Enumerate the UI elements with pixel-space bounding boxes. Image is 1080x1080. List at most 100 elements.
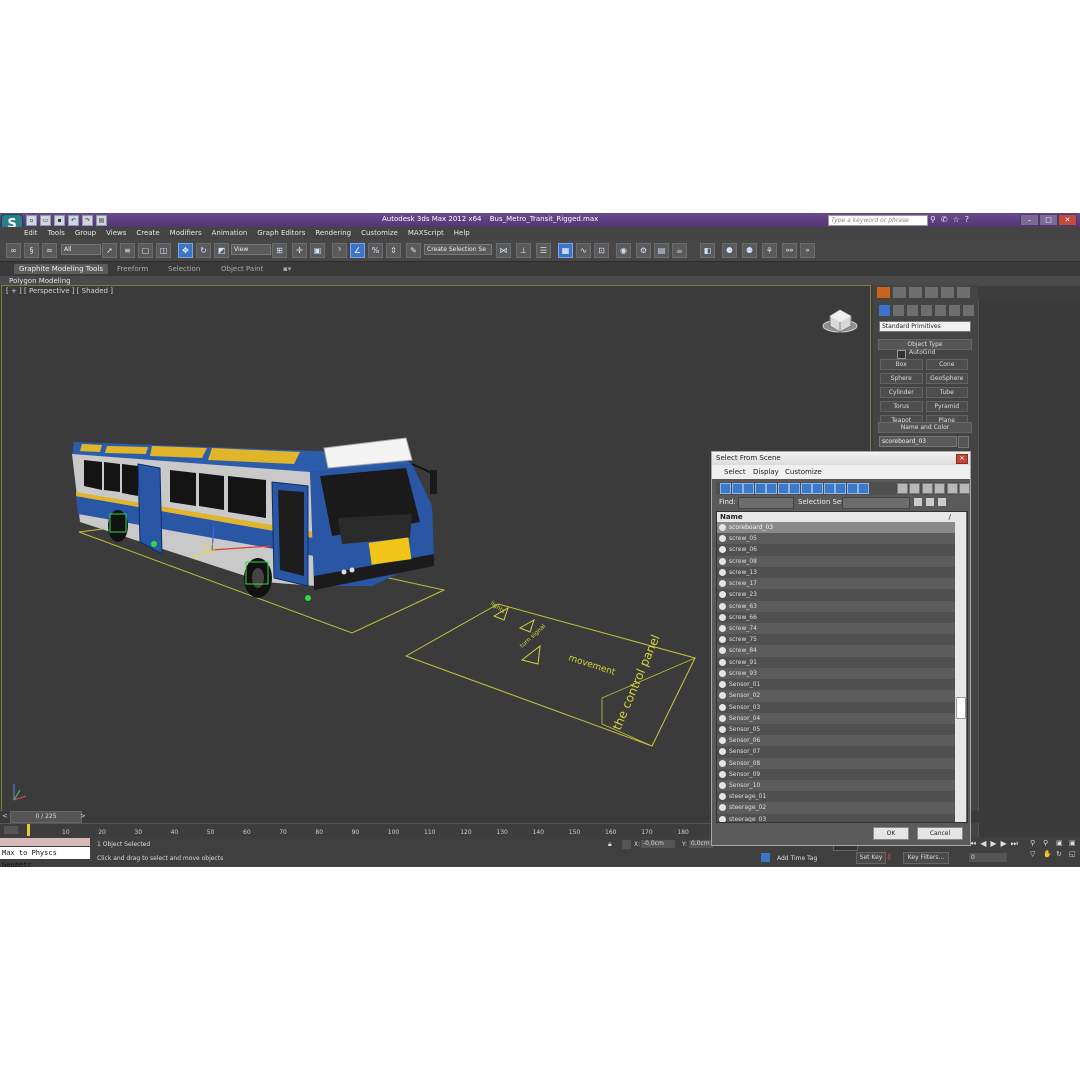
play-icon[interactable]: ▶ xyxy=(990,839,996,849)
list-item[interactable]: Sensor_05 xyxy=(717,723,955,736)
list-item[interactable]: Sensor_01 xyxy=(717,679,955,691)
dialog-title-bar[interactable]: Select From Scene ✕ xyxy=(712,452,970,465)
list-item[interactable]: Sensor_08 xyxy=(717,757,955,769)
display-cameras-icon[interactable] xyxy=(754,483,766,494)
list-item[interactable]: screw_23 xyxy=(717,589,955,601)
object-color-swatch[interactable] xyxy=(958,436,969,448)
selection-filter-dropdown[interactable]: All xyxy=(61,244,101,255)
selection-set-icon-3[interactable] xyxy=(938,498,946,506)
rectangular-region-icon[interactable]: ▢ xyxy=(138,243,153,258)
geometry-icon[interactable] xyxy=(879,305,890,316)
list-item[interactable]: screw_17 xyxy=(717,578,955,590)
list-item[interactable]: screw_13 xyxy=(717,566,955,579)
pan-icon[interactable]: ✋ xyxy=(1043,850,1053,858)
y-coordinate-field[interactable]: 0,0cm xyxy=(689,840,713,848)
set-key-button[interactable]: Set Key xyxy=(856,852,886,864)
primitive-category-dropdown[interactable]: Standard Primitives xyxy=(879,321,971,332)
list-item[interactable]: screw_05 xyxy=(717,533,955,545)
lights-icon[interactable] xyxy=(907,305,918,316)
list-item[interactable]: screw_75 xyxy=(717,634,955,646)
display-groups-icon[interactable] xyxy=(789,483,800,494)
add-time-tag-button[interactable]: Add Time Tag xyxy=(777,855,817,862)
menu-rendering[interactable]: Rendering xyxy=(315,227,351,239)
orbit-icon[interactable]: ↻ xyxy=(1056,850,1066,858)
project-folder-icon[interactable]: ▤ xyxy=(96,215,107,226)
display-bones-icon[interactable] xyxy=(812,483,823,494)
time-slider-prev-icon[interactable]: < xyxy=(2,812,8,820)
tab-graphite-modeling-tools[interactable]: Graphite Modeling Tools xyxy=(14,264,109,274)
prev-frame-icon[interactable]: ◀ xyxy=(980,839,986,849)
schematic-view-icon[interactable]: ⊡ xyxy=(594,243,609,258)
menu-help[interactable]: Help xyxy=(454,227,470,239)
create-tab-icon[interactable] xyxy=(877,287,890,298)
display-shapes-icon[interactable] xyxy=(731,483,743,494)
undo-icon[interactable]: ↶ xyxy=(68,215,79,226)
pivot-center-icon[interactable]: ⊞ xyxy=(272,243,287,258)
cameras-icon[interactable] xyxy=(921,305,932,316)
control-panel-decal[interactable]: the control panel movement lights turn s… xyxy=(404,600,696,747)
communication-center-icon[interactable]: ✆ xyxy=(941,215,948,225)
geosphere-button[interactable]: GeoSphere xyxy=(925,373,968,384)
unlink-icon[interactable]: § xyxy=(24,243,39,258)
keyboard-shortcut-override-icon[interactable]: ▣ xyxy=(310,243,325,258)
maximize-icon[interactable]: □ xyxy=(1039,214,1058,226)
maximize-viewport-icon[interactable]: ◱ xyxy=(1069,850,1079,858)
lock-selection-icon[interactable]: 🔒︎ xyxy=(608,840,612,849)
list-item[interactable]: scoreboard_03 xyxy=(717,522,955,534)
selection-set-icon-2[interactable] xyxy=(926,498,934,506)
list-item[interactable]: screw_63 xyxy=(717,600,955,612)
list-item[interactable]: steerage_03 xyxy=(717,813,955,822)
mirror-icon[interactable]: ⋈ xyxy=(496,243,511,258)
zoom-icon[interactable]: ⚲ xyxy=(1030,839,1040,847)
display-none-icon[interactable] xyxy=(896,483,908,494)
minimize-icon[interactable]: – xyxy=(1020,214,1039,226)
menu-group[interactable]: Group xyxy=(75,227,96,239)
edit-named-selection-icon[interactable]: ✎ xyxy=(406,243,421,258)
zoom-extents-all-icon[interactable]: ▣ xyxy=(1069,839,1079,847)
list-item[interactable]: screw_84 xyxy=(717,645,955,657)
dialog-menu-select[interactable]: Select xyxy=(724,468,746,476)
zoom-extents-icon[interactable]: ▣ xyxy=(1056,839,1066,847)
metro-bus-model[interactable] xyxy=(72,437,437,601)
menu-customize[interactable]: Customize xyxy=(361,227,398,239)
list-item[interactable]: Sensor_06 xyxy=(717,735,955,747)
percent-snap-icon[interactable]: % xyxy=(368,243,383,258)
find-input[interactable] xyxy=(738,497,794,509)
name-and-color-rollout[interactable]: Name and Color xyxy=(878,422,972,433)
shapes-icon[interactable] xyxy=(893,305,904,316)
systems-icon[interactable] xyxy=(963,305,974,316)
menu-views[interactable]: Views xyxy=(106,227,126,239)
list-item[interactable]: steerage_01 xyxy=(717,791,955,803)
dialog-close-icon[interactable]: ✕ xyxy=(956,454,968,464)
select-object-icon[interactable]: ➚ xyxy=(102,243,117,258)
display-xrefs-icon[interactable] xyxy=(800,483,812,494)
new-file-icon[interactable]: ▫ xyxy=(26,215,37,226)
frame-counter[interactable]: 0 / 225 xyxy=(10,811,82,823)
list-item[interactable]: screw_06 xyxy=(717,544,955,556)
utilities-tab-icon[interactable] xyxy=(957,287,970,298)
curve-editor-icon[interactable]: ∿ xyxy=(576,243,591,258)
dialog-menu-display[interactable]: Display xyxy=(753,468,779,476)
display-all-icon[interactable] xyxy=(858,483,869,494)
extra-tool-1-icon[interactable]: ◧ xyxy=(700,243,715,258)
track-bar-toggle-icon[interactable] xyxy=(4,826,18,834)
graphite-modeling-toggle-icon[interactable]: ▦ xyxy=(558,243,573,258)
list-scrollbar-thumb[interactable] xyxy=(956,697,966,719)
dialog-menu-customize[interactable]: Customize xyxy=(785,468,822,476)
modify-tab-icon[interactable] xyxy=(893,287,906,298)
menu-create[interactable]: Create xyxy=(136,227,159,239)
motion-tab-icon[interactable] xyxy=(925,287,938,298)
list-item[interactable]: screw_66 xyxy=(717,611,955,623)
menu-modifiers[interactable]: Modifiers xyxy=(170,227,202,239)
menu-edit[interactable]: Edit xyxy=(24,227,38,239)
scale-icon[interactable]: ◩ xyxy=(214,243,229,258)
redo-icon[interactable]: ↷ xyxy=(82,215,93,226)
close-icon[interactable]: ✕ xyxy=(1058,214,1077,226)
layer-manager-icon[interactable]: ☰ xyxy=(536,243,551,258)
angle-snap-icon[interactable]: ∠ xyxy=(350,243,365,258)
field-of-view-icon[interactable]: ▽ xyxy=(1030,850,1040,858)
time-tag-icon[interactable] xyxy=(761,853,770,862)
pyramid-button[interactable]: Pyramid xyxy=(925,401,968,412)
display-hidden-icon[interactable] xyxy=(846,483,858,494)
viewcube-icon[interactable] xyxy=(822,309,858,333)
